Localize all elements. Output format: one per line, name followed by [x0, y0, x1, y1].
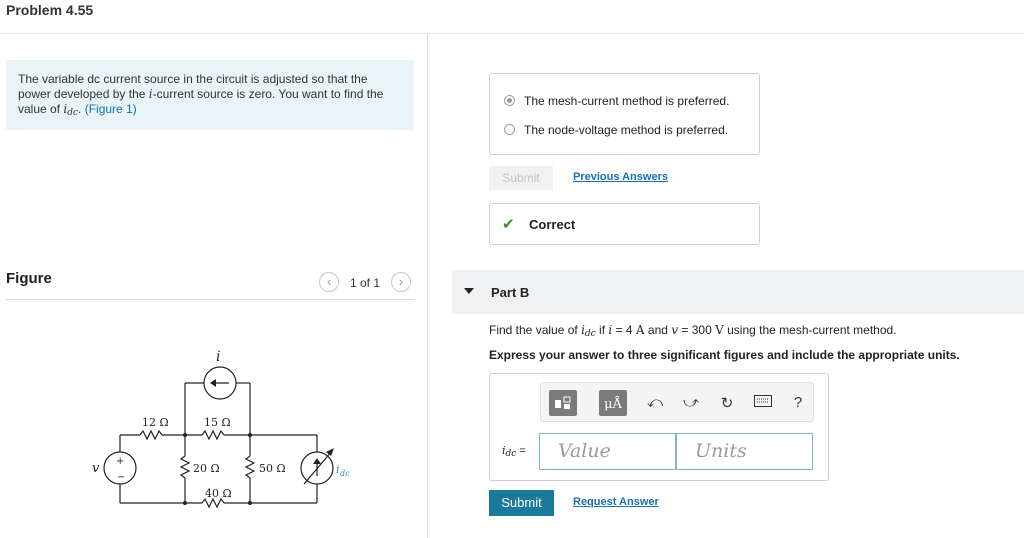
value-input[interactable]: Value	[539, 433, 676, 470]
correct-text: Correct	[529, 217, 576, 232]
figure-prev-button[interactable]: ‹	[319, 272, 339, 292]
circuit-diagram: i 12 Ω 15 Ω 20 Ω 50 Ω 40 Ω v + − i dc	[92, 349, 350, 509]
title-divider	[0, 33, 1024, 34]
previous-answers-link[interactable]: Previous Answers	[573, 171, 668, 183]
figure-divider	[6, 299, 414, 300]
caret-down-icon[interactable]	[464, 288, 474, 294]
question-idc-sub: dc	[584, 329, 596, 339]
option-label: The node-voltage method is preferred.	[524, 123, 729, 137]
radio-checked-icon[interactable]	[504, 95, 515, 106]
problem-intro: The variable dc current source in the ci…	[6, 60, 414, 130]
figure-page-count: 1 of 1	[350, 276, 381, 290]
resistor-40	[201, 497, 225, 509]
figure-header: Figure	[6, 270, 52, 287]
question-text: Find the value of	[489, 323, 582, 337]
label-minus: −	[117, 472, 125, 483]
option-node-voltage[interactable]: The node-voltage method is preferred.	[504, 123, 728, 137]
part-b-header[interactable]	[452, 270, 1024, 314]
question-text: = 300	[678, 323, 716, 337]
radio-unchecked-icon[interactable]	[504, 124, 515, 135]
label-v: v	[92, 461, 100, 476]
part-b-title[interactable]: Part B	[491, 285, 529, 300]
figure-next-button[interactable]: ›	[391, 272, 411, 292]
redo-icon[interactable]: ⤻	[681, 394, 701, 411]
label-12-ohm: 12 Ω	[142, 416, 169, 429]
part-a-submit-button[interactable]: Submit	[489, 166, 553, 190]
label-40-ohm: 40 Ω	[205, 487, 232, 500]
question-unit-a: A	[635, 323, 645, 337]
option-mesh-current[interactable]: The mesh-current method is preferred.	[504, 94, 729, 108]
intro-idc-sub: dc	[67, 108, 79, 118]
resistor-15	[201, 429, 225, 441]
templates-icon	[555, 396, 571, 409]
label-idc-sub: dc	[340, 469, 350, 478]
question-text: using the mesh-current method.	[723, 323, 897, 337]
math-toolbar: μÅ ⤺ ⤻ ↻ ?	[540, 382, 814, 422]
question-text: if	[595, 323, 609, 337]
part-b-submit-button[interactable]: Submit	[489, 490, 554, 516]
option-label: The mesh-current method is preferred.	[524, 94, 730, 108]
units-button[interactable]: μÅ	[599, 390, 627, 416]
question-unit-v: V	[715, 323, 724, 337]
resistor-50	[244, 455, 256, 479]
label-idc: i	[336, 463, 340, 476]
resistor-20	[179, 455, 191, 479]
label-15-ohm: 15 Ω	[204, 416, 231, 429]
reset-icon[interactable]: ↻	[717, 394, 737, 412]
chevron-right-icon: ›	[398, 274, 404, 289]
figure-link[interactable]: (Figure 1)	[85, 102, 137, 116]
answer-sub: dc	[505, 449, 517, 459]
keyboard-icon[interactable]	[753, 394, 773, 411]
request-answer-link[interactable]: Request Answer	[573, 496, 659, 508]
node-dot	[183, 501, 187, 505]
arrowhead	[326, 448, 334, 456]
help-button[interactable]: ?	[788, 394, 808, 411]
intro-text-3: .	[78, 102, 85, 116]
node-dot	[248, 501, 252, 505]
answer-label: idc =	[502, 444, 526, 459]
resistor-12	[139, 429, 163, 441]
answer-panel: μÅ ⤺ ⤻ ↻ ? idc = Value Units	[489, 373, 829, 481]
checkmark-icon: ✔	[502, 216, 515, 233]
answer-eq: =	[516, 445, 526, 457]
correct-feedback: ✔ Correct	[489, 203, 760, 245]
label-plus: +	[116, 456, 124, 467]
node-dot	[183, 433, 187, 437]
part-b-instruction: Express your answer to three significant…	[489, 348, 960, 362]
label-i: i	[216, 349, 220, 365]
part-b-question: Find the value of idc if i = 4 A and v =…	[489, 323, 897, 339]
node-dot	[248, 433, 252, 437]
undo-icon[interactable]: ⤺	[645, 394, 665, 411]
label-20-ohm: 20 Ω	[193, 462, 220, 475]
units-input[interactable]: Units	[676, 433, 813, 470]
templates-button[interactable]	[549, 390, 577, 416]
column-divider	[427, 34, 428, 538]
part-a-options: The mesh-current method is preferred. Th…	[489, 73, 760, 155]
question-text: and	[644, 323, 672, 337]
chevron-left-icon: ‹	[326, 274, 332, 289]
question-text: = 4	[612, 323, 636, 337]
problem-title: Problem 4.55	[6, 2, 94, 18]
label-50-ohm: 50 Ω	[259, 462, 286, 475]
